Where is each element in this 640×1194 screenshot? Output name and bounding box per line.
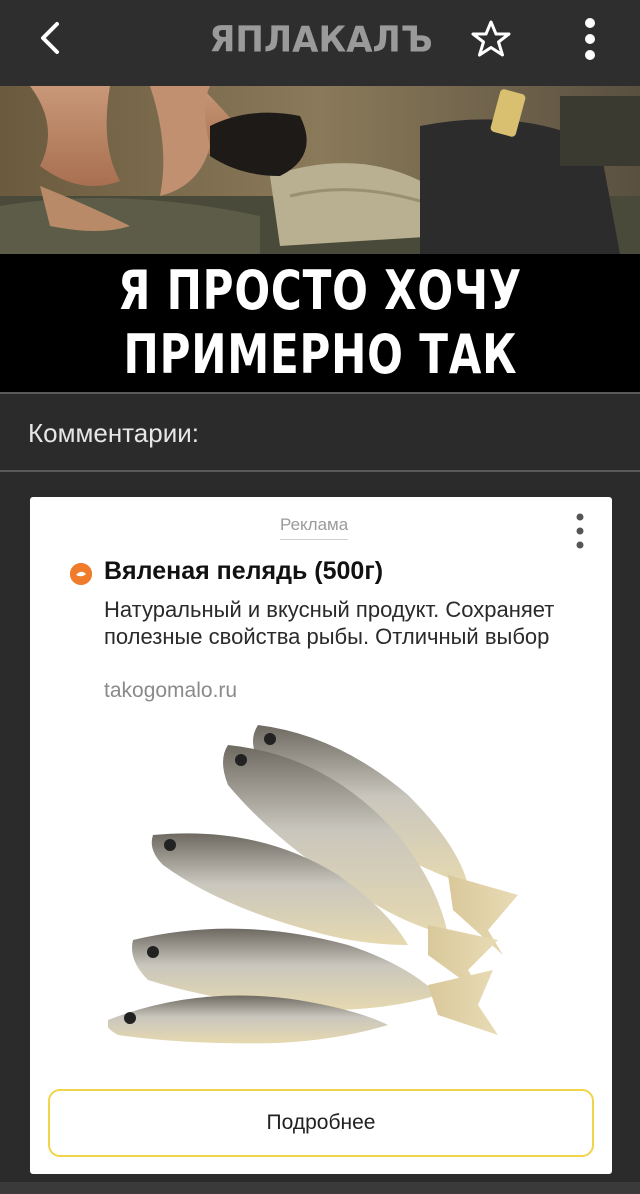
ad-product-image[interactable]: [108, 715, 558, 1045]
favorite-button[interactable]: [468, 16, 514, 62]
ad-description: Натуральный и вкусный продукт. Сохраняет…: [104, 597, 555, 649]
meme-photo: [0, 86, 640, 254]
meme-caption: Я ПРОСТО ХОЧУ ПРИМЕРНО ТАК: [0, 254, 640, 392]
site-logo[interactable]: ЯПЛАКАЛЪ: [196, 18, 446, 62]
chevron-left-icon: [41, 22, 59, 54]
ad-domain[interactable]: takogomalo.ru: [104, 679, 237, 703]
comments-heading: Комментарии:: [28, 418, 199, 448]
top-bar: ЯПЛАКАЛЪ: [0, 0, 640, 86]
star-icon: [471, 20, 511, 57]
meme-image[interactable]: Я ПРОСТО ХОЧУ ПРИМЕРНО ТАК: [0, 86, 640, 392]
ad-label: Реклама: [280, 515, 349, 540]
more-vertical-icon: [585, 18, 595, 60]
brand-favicon-icon: [70, 563, 92, 585]
back-button[interactable]: [30, 18, 70, 58]
meme-caption-line-2: ПРИМЕРНО ТАК: [123, 323, 517, 386]
ad-card[interactable]: Реклама Вяленая пелядь (500г) Натуральны…: [30, 497, 612, 1174]
ad-details-button[interactable]: Подробнее: [48, 1089, 594, 1157]
meme-caption-line-1: Я ПРОСТО ХОЧУ: [117, 259, 523, 322]
divider: [0, 392, 640, 394]
next-content-edge: [0, 1182, 640, 1194]
ad-title[interactable]: Вяленая пелядь (500г): [104, 557, 383, 586]
logo-text: ЯПЛАКАЛЪ: [209, 19, 433, 61]
divider: [0, 470, 640, 472]
menu-button[interactable]: [572, 14, 608, 64]
more-vertical-icon: [576, 513, 584, 549]
ad-menu-button[interactable]: [568, 511, 592, 551]
